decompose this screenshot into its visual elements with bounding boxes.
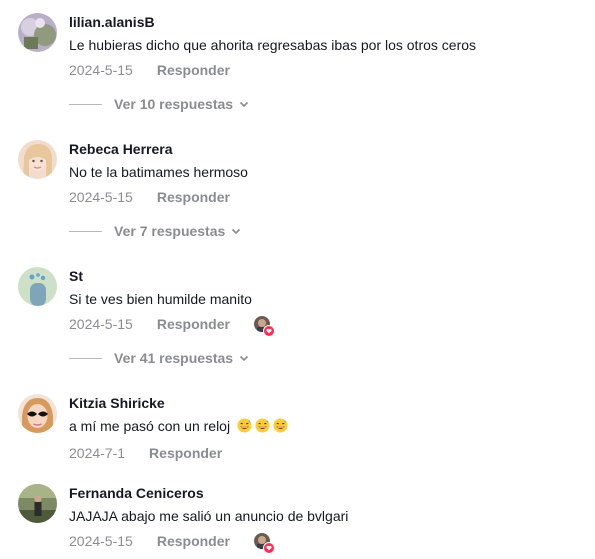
creator-liked-badge — [253, 533, 275, 554]
chevron-down-icon — [231, 223, 241, 239]
comment-text-row: a mí me pasó con un reloj — [69, 417, 585, 437]
heart-icon — [262, 542, 275, 554]
comment-username[interactable]: Fernanda Ceniceros — [69, 484, 585, 502]
reply-button[interactable]: Responder — [149, 445, 222, 461]
view-replies-label: Ver 10 respuestas — [114, 96, 234, 112]
comment-text: a mí me pasó con un reloj — [69, 418, 231, 434]
comment-username[interactable]: Kitzia Shiricke — [69, 394, 585, 412]
avatar[interactable] — [18, 13, 57, 52]
comment-text: Le hubieras dicho que ahorita regresabas… — [69, 37, 477, 53]
reply-button[interactable]: Responder — [157, 62, 230, 78]
comment-username[interactable]: St — [69, 267, 585, 285]
reply-button[interactable]: Responder — [157, 316, 230, 332]
comment-date: 2024-5-15 — [69, 189, 133, 205]
comment-username[interactable]: lilian.alanisB — [69, 13, 585, 31]
grinning-sweat-emoji — [273, 418, 288, 437]
reply-button[interactable]: Responder — [157, 533, 230, 549]
avatar[interactable] — [18, 140, 57, 179]
chevron-down-icon — [239, 350, 249, 366]
divider — [69, 357, 102, 359]
avatar[interactable] — [18, 394, 57, 433]
view-replies-button[interactable]: Ver 7 respuestas — [69, 223, 241, 239]
view-replies-button[interactable]: Ver 41 respuestas — [69, 350, 249, 366]
view-replies-label: Ver 41 respuestas — [114, 350, 234, 366]
comment-text: JAJAJA abajo me salió un anuncio de bvlg… — [69, 508, 349, 524]
comment-text: No te la batimames hermoso — [69, 164, 248, 180]
comment-date: 2024-5-15 — [69, 316, 133, 332]
comment-text: Si te ves bien humilde manito — [69, 291, 252, 307]
view-replies-label: Ver 7 respuestas — [114, 223, 226, 239]
comment-date: 2024-7-1 — [69, 445, 126, 461]
avatar[interactable] — [18, 484, 57, 523]
grinning-sweat-emoji — [237, 418, 252, 437]
view-replies-button[interactable]: Ver 10 respuestas — [69, 96, 249, 112]
comment-date: 2024-5-15 — [69, 533, 133, 549]
heart-icon — [262, 325, 275, 337]
reply-button[interactable]: Responder — [157, 189, 230, 205]
comment-username[interactable]: Rebeca Herrera — [69, 140, 585, 158]
divider — [69, 103, 102, 105]
grinning-sweat-emoji — [255, 418, 270, 437]
chevron-down-icon — [239, 96, 249, 112]
avatar[interactable] — [18, 267, 57, 306]
creator-liked-badge — [253, 316, 275, 337]
divider — [69, 230, 102, 232]
comment-date: 2024-5-15 — [69, 62, 133, 78]
